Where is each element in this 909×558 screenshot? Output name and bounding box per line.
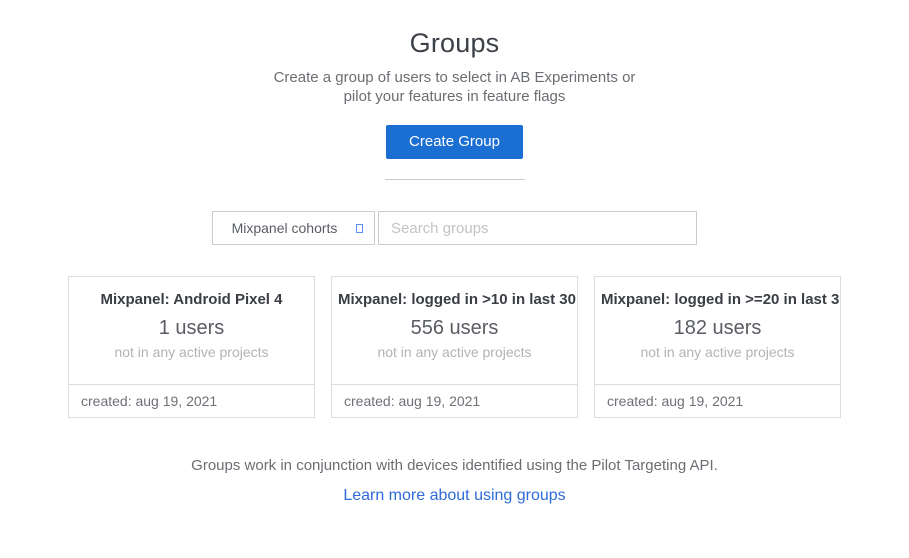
subtitle-line-1: Create a group of users to select in AB … [0, 68, 909, 87]
groups-page: Groups Create a group of users to select… [0, 0, 909, 558]
hero-section: Groups Create a group of users to select… [0, 0, 909, 180]
group-created-date: created: aug 19, 2021 [332, 384, 577, 417]
group-card[interactable]: Mixpanel: logged in >=20 in last 30... 1… [594, 276, 841, 418]
group-card-body: Mixpanel: logged in >=20 in last 30... 1… [595, 277, 840, 384]
cohort-source-dropdown[interactable]: Mixpanel cohorts [212, 211, 375, 245]
dropdown-indicator-icon [356, 224, 363, 233]
subtitle-line-2: pilot your features in feature flags [0, 87, 909, 106]
group-card-body: Mixpanel: Android Pixel 4 1 users not in… [69, 277, 314, 384]
search-groups-input[interactable] [378, 211, 697, 245]
learn-more-link[interactable]: Learn more about using groups [343, 487, 565, 505]
page-subtitle: Create a group of users to select in AB … [0, 68, 909, 106]
section-divider [385, 179, 525, 180]
group-created-date: created: aug 19, 2021 [69, 384, 314, 417]
group-user-count: 556 users [332, 317, 577, 340]
filter-controls: Mixpanel cohorts [0, 211, 909, 245]
create-group-button[interactable]: Create Group [386, 125, 523, 159]
group-title: Mixpanel: logged in >=20 in last 30... [595, 291, 840, 308]
pilot-api-info-text: Groups work in conjunction with devices … [0, 457, 909, 474]
group-title: Mixpanel: Android Pixel 4 [69, 291, 314, 308]
cohort-source-dropdown-value: Mixpanel cohorts [232, 220, 356, 236]
group-project-status: not in any active projects [332, 344, 577, 360]
group-title: Mixpanel: logged in >10 in last 30 ... [332, 291, 577, 308]
group-project-status: not in any active projects [595, 344, 840, 360]
group-user-count: 1 users [69, 317, 314, 340]
group-card[interactable]: Mixpanel: Android Pixel 4 1 users not in… [68, 276, 315, 418]
group-card-list: Mixpanel: Android Pixel 4 1 users not in… [0, 276, 909, 418]
group-card-body: Mixpanel: logged in >10 in last 30 ... 5… [332, 277, 577, 384]
group-card[interactable]: Mixpanel: logged in >10 in last 30 ... 5… [331, 276, 578, 418]
page-footer: Groups work in conjunction with devices … [0, 457, 909, 505]
group-user-count: 182 users [595, 317, 840, 340]
group-created-date: created: aug 19, 2021 [595, 384, 840, 417]
page-title: Groups [0, 28, 909, 59]
group-project-status: not in any active projects [69, 344, 314, 360]
